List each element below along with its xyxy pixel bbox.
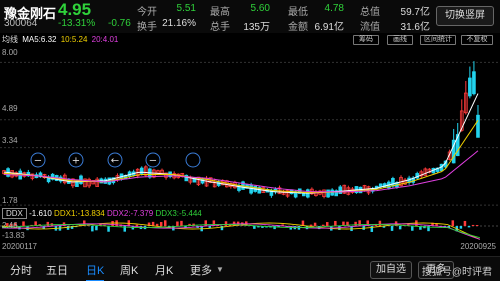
value-total-value: 59.7亿 — [400, 7, 430, 18]
label-float-value: 流值 — [360, 22, 380, 33]
value-open: 5.51 — [176, 3, 196, 14]
ddx-bar — [378, 220, 382, 226]
ddx-bar — [467, 226, 471, 228]
value-float-value: 31.6亿 — [400, 22, 430, 33]
label-total-value: 总值 — [360, 7, 380, 18]
ddx-bar — [398, 226, 402, 230]
chart-nav-glyph: − — [34, 156, 42, 167]
date-start: 20200117 — [2, 242, 37, 251]
ddx-bar — [180, 220, 183, 226]
ddx-bar — [91, 226, 94, 232]
chart-nav-glyph: ← — [111, 156, 119, 167]
chevron-down-icon: ▼ — [216, 265, 224, 274]
value-turnover: 21.16% — [162, 18, 196, 29]
ddx-bar — [66, 226, 70, 230]
ddx-bar — [155, 223, 159, 226]
ddx-bar — [159, 222, 163, 226]
watermark: 搜狐号@时评君 — [421, 267, 492, 278]
axis-bottom: 1.78 — [2, 196, 18, 205]
ma20-value: 20:4.01 — [91, 35, 119, 44]
ddx-bar — [224, 221, 228, 226]
candle-body — [476, 114, 480, 138]
ddx-bar — [95, 226, 98, 231]
ddx-bar — [22, 221, 25, 226]
ddx-bar — [321, 224, 325, 226]
chart-nav-circle — [185, 152, 201, 168]
ddx-bar — [471, 224, 475, 226]
chart-nav-glyph: + — [72, 156, 80, 167]
candle-body — [378, 183, 383, 187]
ddx-selector[interactable]: DDX — [2, 208, 27, 219]
ma5-value: MA5:6.32 — [22, 35, 57, 44]
ddx-axis-bottom: -13.83 — [2, 231, 25, 240]
period-tabs: 分时 五日 日K 周K 月K 更多 ▼ 加自选 更多 搜狐号@时评君 — [0, 256, 500, 281]
no-adjust-button[interactable]: 不复权 — [461, 35, 493, 45]
tab-more[interactable]: 更多 — [190, 262, 212, 278]
stock-price: 4.95 — [58, 0, 92, 19]
quote-header: 豫金刚石 4.95 300064 -13.31% -0.76 今开 5.51 最… — [0, 0, 500, 33]
candle-body — [338, 186, 343, 194]
ddx1-value: DDX1:-13.834 — [54, 209, 105, 218]
kline-chart[interactable]: − + ← − 8.00 4.89 3.34 1.78 — [0, 46, 500, 210]
ddx-bar — [273, 226, 276, 230]
ddx-legend: DDX -1.610 DDX1:-13.834 DDX2:-7.379 DDX3… — [0, 208, 500, 220]
axis-low: 3.34 — [2, 136, 18, 145]
ddx-bar — [459, 226, 463, 229]
ddx-bar — [135, 224, 139, 226]
axis-top: 8.00 — [2, 48, 18, 57]
value-high: 5.60 — [250, 3, 270, 14]
change-amount: -0.76 — [108, 18, 131, 29]
candle-body — [391, 178, 395, 187]
chips-button[interactable]: 筹码 — [353, 35, 379, 45]
ddx2-value: DDX2:-7.379 — [106, 209, 154, 218]
add-watchlist-button[interactable]: 加自选 — [370, 261, 412, 279]
candle-body — [472, 71, 476, 95]
ddx-bar — [326, 222, 329, 226]
ddx-bar — [358, 220, 361, 226]
ma-line-ma5 — [3, 93, 479, 194]
tab-weekly-k[interactable]: 周K — [120, 262, 138, 278]
ddx-bar — [411, 226, 414, 231]
date-end: 20200925 — [460, 242, 496, 251]
ddx-bar — [354, 221, 357, 226]
chart-nav-glyph: − — [149, 156, 157, 167]
ddx-bar — [253, 226, 256, 229]
ma10-value: 10:5.24 — [60, 35, 88, 44]
stock-code: 300064 — [4, 18, 38, 29]
candle-body — [468, 77, 472, 97]
ddx3-value: DDX3:-5.444 — [155, 209, 202, 218]
candle-body — [326, 189, 330, 198]
value-volume: 135万 — [243, 22, 270, 33]
ddx-bar — [475, 224, 479, 226]
draw-line-button[interactable]: 画线 — [387, 35, 413, 45]
tab-minute[interactable]: 分时 — [10, 262, 32, 278]
ddx-bar — [107, 226, 110, 232]
ddx-bar — [390, 226, 394, 231]
ddx-value: -1.610 — [29, 209, 52, 218]
switch-portrait-button[interactable]: 切换竖屏 — [436, 6, 494, 26]
axis-mid: 4.89 — [2, 104, 18, 113]
interval-stats-button[interactable]: 区间统计 — [420, 35, 456, 45]
ddx-axis-top: 2.46 — [2, 221, 18, 230]
ddx-bar — [463, 220, 467, 226]
change-percent: -13.31% — [58, 18, 96, 29]
tab-monthly-k[interactable]: 月K — [155, 262, 173, 278]
tab-five-day[interactable]: 五日 — [46, 262, 68, 278]
ma-title: 均线 — [2, 35, 18, 44]
kline-svg: − + ← − — [0, 61, 500, 206]
ddx-bar — [313, 222, 317, 226]
ddx-bar — [451, 220, 455, 226]
value-low: 4.78 — [324, 3, 344, 14]
tab-daily-k[interactable]: 日K — [86, 262, 105, 281]
value-amount: 6.91亿 — [314, 22, 344, 33]
ddx-bar — [309, 224, 313, 226]
ddx-bar — [334, 220, 337, 226]
ddx-bar — [164, 220, 167, 226]
ddx-bar — [176, 221, 179, 226]
